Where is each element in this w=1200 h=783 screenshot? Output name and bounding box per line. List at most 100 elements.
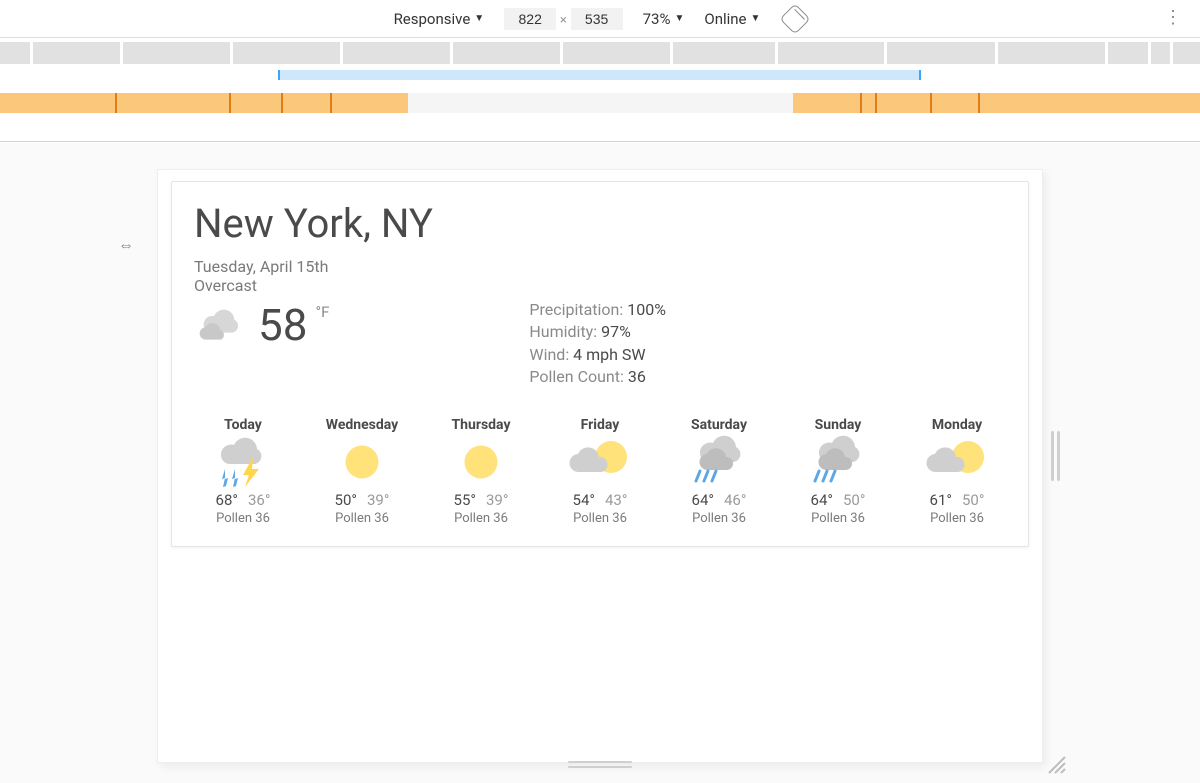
partly-icon <box>551 433 649 491</box>
caret-down-icon: ▼ <box>751 13 761 24</box>
wind-label: Wind: <box>529 345 569 364</box>
day-pollen: Pollen 36 <box>432 511 530 526</box>
network-dropdown[interactable]: Online ▼ <box>704 10 760 28</box>
humidity-label: Humidity: <box>529 322 597 341</box>
partly-icon <box>908 433 1006 491</box>
network-dropdown-label: Online <box>704 10 746 28</box>
ruler-divider <box>0 141 1200 142</box>
sun-icon <box>313 433 411 491</box>
ruler-grey-track[interactable] <box>0 42 1200 64</box>
resize-right-handle[interactable] <box>1047 431 1065 481</box>
responsive-viewport: New York, NY Tuesday, April 15th Overcas… <box>157 169 1043 763</box>
storm-icon <box>194 433 292 491</box>
humidity-value: 97% <box>601 322 631 341</box>
breakpoint-line[interactable] <box>330 93 332 113</box>
day-pollen: Pollen 36 <box>789 511 887 526</box>
zoom-dropdown-label: 73% <box>643 10 671 28</box>
resize-bottom-handle[interactable] <box>568 761 632 769</box>
day-temps: 68°36° <box>194 491 292 509</box>
day-name: Thursday <box>432 417 530 433</box>
device-dropdown-label: Responsive <box>394 10 471 28</box>
temp-unit: °F <box>315 303 329 321</box>
high-temp: 61° <box>930 491 952 509</box>
ruler-tick <box>884 42 887 64</box>
high-temp: 50° <box>335 491 357 509</box>
high-temp: 55° <box>454 491 476 509</box>
condition-text: Overcast <box>194 276 1006 295</box>
day-name: Saturday <box>670 417 768 433</box>
day-temps: 64°50° <box>789 491 887 509</box>
rotate-icon[interactable] <box>780 3 811 34</box>
breakpoint-line[interactable] <box>229 93 231 113</box>
day-pollen: Pollen 36 <box>670 511 768 526</box>
ruler-blue-span[interactable] <box>278 70 921 80</box>
ruler-tick <box>340 42 343 64</box>
device-dropdown[interactable]: Responsive ▼ <box>394 10 485 28</box>
breakpoint-line[interactable] <box>115 93 117 113</box>
ruler-tick <box>1148 42 1151 64</box>
viewport-area: ⇔ New York, NY Tuesday, April 15th Overc… <box>0 143 1200 783</box>
ruler-tick <box>560 42 563 64</box>
pollen-label: Pollen Count: <box>529 367 624 386</box>
day-temps: 55° 39° <box>432 491 530 509</box>
day-name: Monday <box>908 417 1006 433</box>
ruler-tick <box>1105 42 1108 64</box>
forecast-day: Monday 61°50° Pollen 36 <box>908 417 1006 526</box>
ruler-tick <box>120 42 123 64</box>
low-temp: 39° <box>367 491 389 509</box>
weather-stats: Precipitation: 100% Humidity: 97% Wind: … <box>529 299 666 389</box>
pollen-value: 36 <box>628 367 646 386</box>
forecast-day: Friday 54° 43° Pollen 36 <box>551 417 649 526</box>
forecast-day: Wednesday50°39°Pollen 36 <box>313 417 411 526</box>
breakpoint-line[interactable] <box>978 93 980 113</box>
ruler-tick <box>775 42 778 64</box>
ruler-tick <box>30 42 33 64</box>
day-name: Sunday <box>789 417 887 433</box>
precipitation-value: 100% <box>627 300 666 319</box>
resize-corner-handle[interactable] <box>1045 753 1067 775</box>
forecast-day: Saturday 64°46° Pollen 36 <box>670 417 768 526</box>
day-pollen: Pollen 36 <box>908 511 1006 526</box>
sun-icon <box>432 433 530 491</box>
device-toolbar: Responsive ▼ × 73% ▼ Online ▼ ⋮ <box>0 0 1200 38</box>
breakpoint-segment[interactable] <box>793 93 1200 113</box>
high-temp: 54° <box>573 491 595 509</box>
low-temp: 43° <box>605 491 627 509</box>
day-name: Today <box>194 417 292 433</box>
day-temps: 54° 43° <box>551 491 649 509</box>
date-text: Tuesday, April 15th <box>194 257 1006 276</box>
day-name: Friday <box>551 417 649 433</box>
day-pollen: Pollen 36 <box>551 511 649 526</box>
forecast-day: Thursday 55° 39° Pollen 36 <box>432 417 530 526</box>
weather-card: New York, NY Tuesday, April 15th Overcas… <box>171 181 1029 547</box>
day-temps: 64°46° <box>670 491 768 509</box>
caret-down-icon: ▼ <box>474 13 484 24</box>
resize-left-handle[interactable]: ⇔ <box>118 235 134 255</box>
zoom-dropdown[interactable]: 73% ▼ <box>643 10 685 28</box>
low-temp: 39° <box>486 491 508 509</box>
high-temp: 64° <box>692 491 714 509</box>
breakpoint-line[interactable] <box>930 93 932 113</box>
high-temp: 64° <box>811 491 833 509</box>
day-temps: 61°50° <box>908 491 1006 509</box>
location-title: New York, NY <box>194 200 1006 247</box>
ruler-orange-track[interactable] <box>0 93 1200 113</box>
rain-icon <box>670 433 768 491</box>
day-pollen: Pollen 36 <box>194 511 292 526</box>
breakpoint-line[interactable] <box>875 93 877 113</box>
ruler-tick <box>450 42 453 64</box>
current-temp: 58 <box>258 299 307 351</box>
ruler-tick <box>1170 42 1173 64</box>
height-input[interactable] <box>571 8 623 30</box>
ruler-tick <box>995 42 998 64</box>
breakpoint-line[interactable] <box>281 93 283 113</box>
more-options-icon[interactable]: ⋮ <box>1164 9 1182 27</box>
forecast-day: Today 68°36° Pollen 36 <box>194 417 292 526</box>
forecast-row: Today68°36°Pollen 36Wednesday50°39°Polle… <box>194 417 1006 526</box>
breakpoint-segment[interactable] <box>0 93 408 113</box>
day-pollen: Pollen 36 <box>313 511 411 526</box>
breakpoint-line[interactable] <box>860 93 862 113</box>
width-input[interactable] <box>504 8 556 30</box>
low-temp: 36° <box>248 491 270 509</box>
overcast-icon <box>194 299 250 351</box>
